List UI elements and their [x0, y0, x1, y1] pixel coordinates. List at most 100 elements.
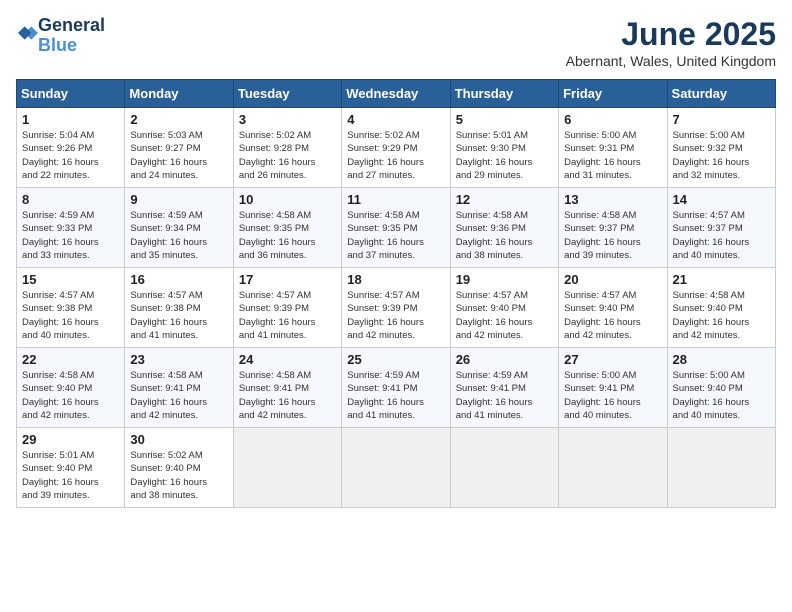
day-number: 19 — [456, 272, 553, 287]
logo-text: GeneralBlue — [38, 16, 105, 56]
day-number: 24 — [239, 352, 336, 367]
calendar-day-cell: 28 Sunrise: 5:00 AM Sunset: 9:40 PM Dayli… — [667, 348, 775, 428]
day-number: 20 — [564, 272, 661, 287]
calendar-table: SundayMondayTuesdayWednesdayThursdayFrid… — [16, 79, 776, 508]
day-number: 13 — [564, 192, 661, 207]
calendar-day-cell: 24 Sunrise: 4:58 AM Sunset: 9:41 PM Dayli… — [233, 348, 341, 428]
calendar-day-cell: 10 Sunrise: 4:58 AM Sunset: 9:35 PM Dayli… — [233, 188, 341, 268]
day-number: 10 — [239, 192, 336, 207]
calendar-day-cell: 16 Sunrise: 4:57 AM Sunset: 9:38 PM Dayli… — [125, 268, 233, 348]
calendar-day-cell: 29 Sunrise: 5:01 AM Sunset: 9:40 PM Dayli… — [17, 428, 125, 508]
calendar-week-row: 22 Sunrise: 4:58 AM Sunset: 9:40 PM Dayli… — [17, 348, 776, 428]
day-info: Sunrise: 4:58 AM Sunset: 9:35 PM Dayligh… — [347, 209, 444, 262]
day-number: 3 — [239, 112, 336, 127]
day-info: Sunrise: 4:57 AM Sunset: 9:39 PM Dayligh… — [239, 289, 336, 342]
day-number: 22 — [22, 352, 119, 367]
calendar-day-cell: 13 Sunrise: 4:58 AM Sunset: 9:37 PM Dayli… — [559, 188, 667, 268]
day-number: 15 — [22, 272, 119, 287]
day-info: Sunrise: 5:00 AM Sunset: 9:40 PM Dayligh… — [673, 369, 770, 422]
day-info: Sunrise: 4:58 AM Sunset: 9:41 PM Dayligh… — [130, 369, 227, 422]
day-number: 27 — [564, 352, 661, 367]
calendar-day-cell: 3 Sunrise: 5:02 AM Sunset: 9:28 PM Daylig… — [233, 108, 341, 188]
calendar-header-cell: Friday — [559, 80, 667, 108]
day-info: Sunrise: 4:59 AM Sunset: 9:41 PM Dayligh… — [347, 369, 444, 422]
day-info: Sunrise: 4:59 AM Sunset: 9:34 PM Dayligh… — [130, 209, 227, 262]
day-info: Sunrise: 5:04 AM Sunset: 9:26 PM Dayligh… — [22, 129, 119, 182]
calendar-day-cell: 17 Sunrise: 4:57 AM Sunset: 9:39 PM Dayli… — [233, 268, 341, 348]
title-area: June 2025 Abernant, Wales, United Kingdo… — [566, 16, 776, 69]
day-info: Sunrise: 4:58 AM Sunset: 9:40 PM Dayligh… — [22, 369, 119, 422]
day-number: 14 — [673, 192, 770, 207]
calendar-day-cell: 6Sunrise: 5:00 AM Sunset: 9:31 PM Daylig… — [559, 108, 667, 188]
calendar-day-cell: 20 Sunrise: 4:57 AM Sunset: 9:40 PM Dayli… — [559, 268, 667, 348]
day-info: Sunrise: 4:57 AM Sunset: 9:37 PM Dayligh… — [673, 209, 770, 262]
calendar-header-cell: Monday — [125, 80, 233, 108]
location-title: Abernant, Wales, United Kingdom — [566, 53, 776, 69]
calendar-week-row: 8Sunrise: 4:59 AM Sunset: 9:33 PM Daylig… — [17, 188, 776, 268]
calendar-day-cell: 11 Sunrise: 4:58 AM Sunset: 9:35 PM Dayli… — [342, 188, 450, 268]
calendar-day-cell: 23 Sunrise: 4:58 AM Sunset: 9:41 PM Dayli… — [125, 348, 233, 428]
day-number: 8 — [22, 192, 119, 207]
logo: GeneralBlue — [16, 16, 105, 56]
day-info: Sunrise: 5:01 AM Sunset: 9:40 PM Dayligh… — [22, 449, 119, 502]
calendar-week-row: 15 Sunrise: 4:57 AM Sunset: 9:38 PM Dayli… — [17, 268, 776, 348]
day-info: Sunrise: 5:01 AM Sunset: 9:30 PM Dayligh… — [456, 129, 553, 182]
calendar-day-cell: 27 Sunrise: 5:00 AM Sunset: 9:41 PM Dayli… — [559, 348, 667, 428]
day-info: Sunrise: 4:58 AM Sunset: 9:37 PM Dayligh… — [564, 209, 661, 262]
day-number: 17 — [239, 272, 336, 287]
day-number: 21 — [673, 272, 770, 287]
day-number: 30 — [130, 432, 227, 447]
calendar-day-cell: 22 Sunrise: 4:58 AM Sunset: 9:40 PM Dayli… — [17, 348, 125, 428]
calendar-day-cell: 15Sunrise: 4:57 AM Sunset: 9:38 PM Dayli… — [17, 268, 125, 348]
day-info: Sunrise: 4:57 AM Sunset: 9:38 PM Dayligh… — [130, 289, 227, 342]
calendar-day-cell: 12Sunrise: 4:58 AM Sunset: 9:36 PM Dayli… — [450, 188, 558, 268]
calendar-day-cell: 25 Sunrise: 4:59 AM Sunset: 9:41 PM Dayli… — [342, 348, 450, 428]
calendar-day-cell: 21 Sunrise: 4:58 AM Sunset: 9:40 PM Dayli… — [667, 268, 775, 348]
month-title: June 2025 — [566, 16, 776, 53]
day-info: Sunrise: 4:59 AM Sunset: 9:41 PM Dayligh… — [456, 369, 553, 422]
day-number: 29 — [22, 432, 119, 447]
day-number: 16 — [130, 272, 227, 287]
day-info: Sunrise: 5:02 AM Sunset: 9:28 PM Dayligh… — [239, 129, 336, 182]
day-number: 6 — [564, 112, 661, 127]
calendar-day-cell: 9 Sunrise: 4:59 AM Sunset: 9:34 PM Daylig… — [125, 188, 233, 268]
day-number: 11 — [347, 192, 444, 207]
calendar-day-cell: 19 Sunrise: 4:57 AM Sunset: 9:40 PM Dayli… — [450, 268, 558, 348]
calendar-header-cell: Sunday — [17, 80, 125, 108]
day-number: 9 — [130, 192, 227, 207]
calendar-week-row: 1 Sunrise: 5:04 AM Sunset: 9:26 PM Daylig… — [17, 108, 776, 188]
calendar-header-row: SundayMondayTuesdayWednesdayThursdayFrid… — [17, 80, 776, 108]
day-info: Sunrise: 4:58 AM Sunset: 9:40 PM Dayligh… — [673, 289, 770, 342]
calendar-day-cell: 8Sunrise: 4:59 AM Sunset: 9:33 PM Daylig… — [17, 188, 125, 268]
day-info: Sunrise: 4:58 AM Sunset: 9:35 PM Dayligh… — [239, 209, 336, 262]
day-info: Sunrise: 4:57 AM Sunset: 9:39 PM Dayligh… — [347, 289, 444, 342]
day-number: 25 — [347, 352, 444, 367]
day-number: 28 — [673, 352, 770, 367]
day-info: Sunrise: 4:57 AM Sunset: 9:40 PM Dayligh… — [564, 289, 661, 342]
day-info: Sunrise: 5:00 AM Sunset: 9:41 PM Dayligh… — [564, 369, 661, 422]
day-number: 18 — [347, 272, 444, 287]
day-info: Sunrise: 5:02 AM Sunset: 9:40 PM Dayligh… — [130, 449, 227, 502]
page-header: GeneralBlue June 2025 Abernant, Wales, U… — [16, 16, 776, 69]
day-number: 7 — [673, 112, 770, 127]
calendar-header-cell: Saturday — [667, 80, 775, 108]
calendar-day-cell: 4Sunrise: 5:02 AM Sunset: 9:29 PM Daylig… — [342, 108, 450, 188]
calendar-day-cell: 30 Sunrise: 5:02 AM Sunset: 9:40 PM Dayli… — [125, 428, 233, 508]
day-info: Sunrise: 5:03 AM Sunset: 9:27 PM Dayligh… — [130, 129, 227, 182]
day-info: Sunrise: 4:58 AM Sunset: 9:41 PM Dayligh… — [239, 369, 336, 422]
calendar-header-cell: Thursday — [450, 80, 558, 108]
logo-icon — [18, 23, 38, 43]
calendar-day-cell: 14 Sunrise: 4:57 AM Sunset: 9:37 PM Dayli… — [667, 188, 775, 268]
day-number: 12 — [456, 192, 553, 207]
day-number: 5 — [456, 112, 553, 127]
day-number: 23 — [130, 352, 227, 367]
calendar-header-cell: Tuesday — [233, 80, 341, 108]
day-info: Sunrise: 4:57 AM Sunset: 9:40 PM Dayligh… — [456, 289, 553, 342]
calendar-week-row: 29 Sunrise: 5:01 AM Sunset: 9:40 PM Dayli… — [17, 428, 776, 508]
day-number: 1 — [22, 112, 119, 127]
calendar-day-cell — [342, 428, 450, 508]
calendar-day-cell — [559, 428, 667, 508]
calendar-day-cell: 2Sunrise: 5:03 AM Sunset: 9:27 PM Daylig… — [125, 108, 233, 188]
calendar-day-cell — [450, 428, 558, 508]
calendar-day-cell — [667, 428, 775, 508]
